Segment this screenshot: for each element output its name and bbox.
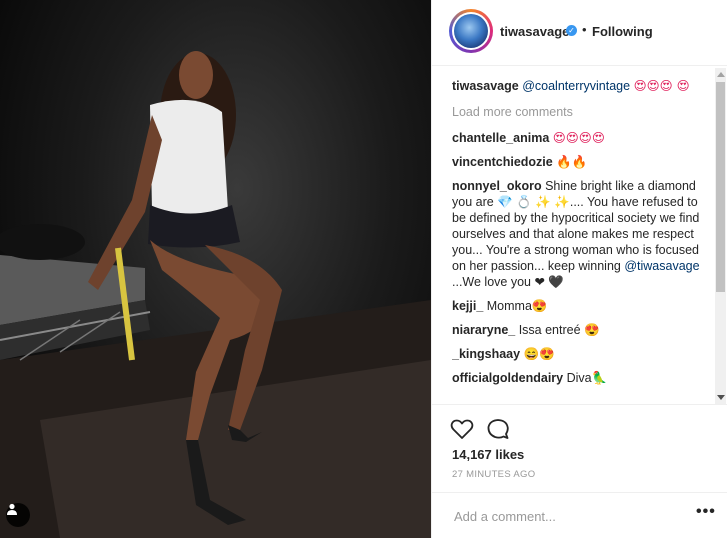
user-tag-button[interactable] — [6, 503, 30, 527]
comment-username[interactable]: _kingshaay — [452, 347, 520, 361]
comment-username[interactable]: niararyne_ — [452, 323, 515, 337]
heart-icon — [450, 419, 474, 439]
caption-username[interactable]: tiwasavage — [452, 79, 519, 93]
speech-bubble-icon — [487, 419, 509, 439]
comment-mention[interactable]: @tiwasavage — [624, 259, 699, 273]
comment-text: 🔥🔥 — [556, 154, 588, 169]
comment-item: _kingshaay 😄😍 — [452, 346, 710, 362]
avatar[interactable] — [449, 9, 493, 53]
post-side-panel: tiwasavage ✓ • Following tiwasavage @coa… — [431, 0, 727, 538]
caption-emoji: 😍😍😍 😍 — [633, 78, 690, 93]
comment-text: 😍😍😍😍 — [552, 130, 605, 145]
scroll-down-arrow-icon[interactable] — [717, 395, 725, 400]
separator-dot: • — [582, 22, 587, 37]
comment-item: chantelle_anima 😍😍😍😍 — [452, 130, 710, 146]
comment-username[interactable]: kejji_ — [452, 299, 483, 313]
comment-text-end: ...We love you ❤ 🖤 — [452, 275, 564, 289]
comment-username[interactable]: vincentchiedozie — [452, 155, 553, 169]
add-comment-input[interactable] — [452, 505, 686, 527]
comment-text: Momma😍 — [483, 299, 548, 313]
caption: tiwasavage @coalnterryvintage 😍😍😍 😍 — [452, 78, 710, 94]
header-username[interactable]: tiwasavage — [500, 24, 569, 39]
post-photo[interactable] — [0, 0, 431, 538]
comment-text: 😄😍 — [520, 347, 555, 361]
photo-scene — [0, 51, 431, 538]
load-more-comments-button[interactable]: Load more comments — [452, 104, 710, 120]
scroll-up-arrow-icon[interactable] — [717, 72, 725, 77]
add-comment-section: ••• — [432, 492, 727, 538]
following-button[interactable]: Following — [592, 24, 653, 39]
post-header: tiwasavage ✓ • Following — [432, 0, 727, 66]
comment-item: vincentchiedozie 🔥🔥 — [452, 154, 710, 170]
comments-scrollbar[interactable] — [715, 68, 726, 405]
comment-item: officialgoldendairy Diva🦜 — [452, 370, 710, 386]
comment-username[interactable]: officialgoldendairy — [452, 371, 563, 385]
comment-text: Issa entreé 😍 — [515, 323, 600, 337]
post-timestamp[interactable]: 27 MINUTES AGO — [452, 469, 535, 480]
comment-button[interactable] — [486, 417, 510, 446]
comment-username[interactable]: chantelle_anima — [452, 131, 549, 145]
caption-mention[interactable]: @coalnterryvintage — [522, 79, 630, 93]
comment-item: kejji_ Momma😍 — [452, 298, 710, 314]
comment-text: Diva🦜 — [563, 371, 608, 385]
post-actions: 14,167 likes 27 MINUTES AGO — [432, 404, 727, 492]
like-button[interactable] — [450, 417, 474, 446]
comment-item: nonnyel_okoro Shine bright like a diamon… — [452, 178, 710, 290]
more-options-button[interactable]: ••• — [696, 503, 716, 521]
verified-badge-icon: ✓ — [566, 25, 577, 36]
scrollbar-thumb[interactable] — [716, 82, 725, 292]
comment-username[interactable]: nonnyel_okoro — [452, 179, 542, 193]
comments-list: tiwasavage @coalnterryvintage 😍😍😍 😍 Load… — [452, 78, 710, 404]
comment-item: niararyne_ Issa entreé 😍 — [452, 322, 710, 338]
likes-count[interactable]: 14,167 likes — [452, 447, 524, 462]
user-tag-icon — [7, 503, 17, 515]
